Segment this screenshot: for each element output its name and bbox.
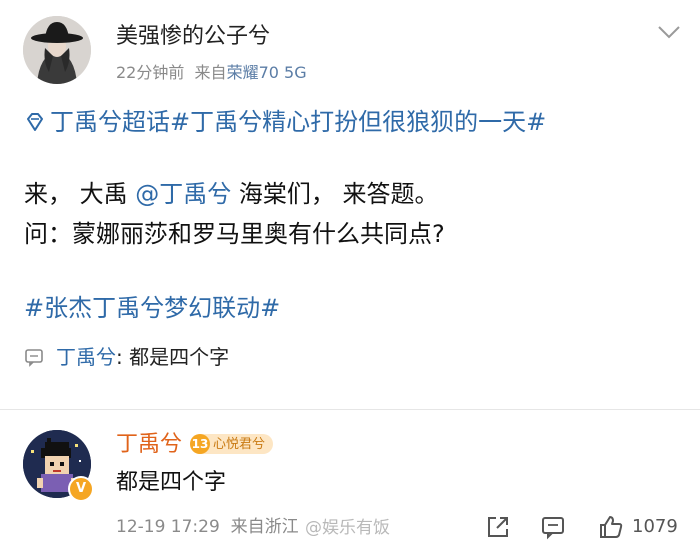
watermark: @娱乐有饭 xyxy=(305,518,390,538)
preview-text: : 都是四个字 xyxy=(116,345,230,369)
author-name[interactable]: 美强惨的公子兮 xyxy=(116,22,270,52)
like-count: 1079 xyxy=(632,516,678,537)
super-topic-link[interactable]: 丁禹兮超话#丁禹兮精心打扮但很狼狈的一天# xyxy=(24,104,546,140)
post-meta: 22分钟前 来自荣耀70 5G xyxy=(116,62,307,84)
comment-text: 都是四个字 xyxy=(116,470,227,495)
fan-badge[interactable]: 13 心悦君兮 xyxy=(190,434,274,454)
post-text-line-2: 问：蒙娜丽莎和罗马里奥有什么共同点? xyxy=(24,220,445,248)
source-prefix: 来自 xyxy=(194,63,227,82)
thumbs-up-icon[interactable] xyxy=(598,514,624,540)
comment-source: 来自浙江 xyxy=(230,517,299,537)
mention-link[interactable]: @丁禹兮 xyxy=(135,180,231,208)
comment-preview[interactable]: 丁禹兮: 都是四个字 xyxy=(24,343,229,371)
reply-icon[interactable] xyxy=(540,514,566,540)
hashtag-link[interactable]: #张杰丁禹兮梦幻联动# xyxy=(24,290,280,326)
super-topic-text: 丁禹兮超话#丁禹兮精心打扮但很狼狈的一天# xyxy=(50,108,547,136)
fan-level: 13 xyxy=(190,434,210,454)
comment-bubble-icon xyxy=(25,349,43,367)
divider xyxy=(0,409,700,410)
verified-badge: V xyxy=(68,476,94,502)
post-text: 来， 大禹 xyxy=(24,180,136,208)
preview-author[interactable]: 丁禹兮 xyxy=(56,345,116,369)
super-topic-icon xyxy=(27,113,43,131)
commenter-name[interactable]: 丁禹兮 xyxy=(116,430,182,460)
post-text-line-1: 来， 大禹 @丁禹兮 海棠们， 来答题。 xyxy=(24,176,439,212)
post-time: 22分钟前 xyxy=(116,63,185,82)
chevron-down-icon[interactable] xyxy=(656,22,682,42)
author-avatar[interactable] xyxy=(23,16,91,84)
device-link[interactable]: 荣耀70 5G xyxy=(227,63,307,82)
comment-meta: 12-19 17:29 来自浙江 xyxy=(116,515,299,539)
share-icon[interactable] xyxy=(485,514,511,540)
fan-badge-label: 心悦君兮 xyxy=(213,437,266,452)
post-text: 海棠们， 来答题。 xyxy=(231,180,439,208)
comment-date: 12-19 17:29 xyxy=(116,517,220,537)
